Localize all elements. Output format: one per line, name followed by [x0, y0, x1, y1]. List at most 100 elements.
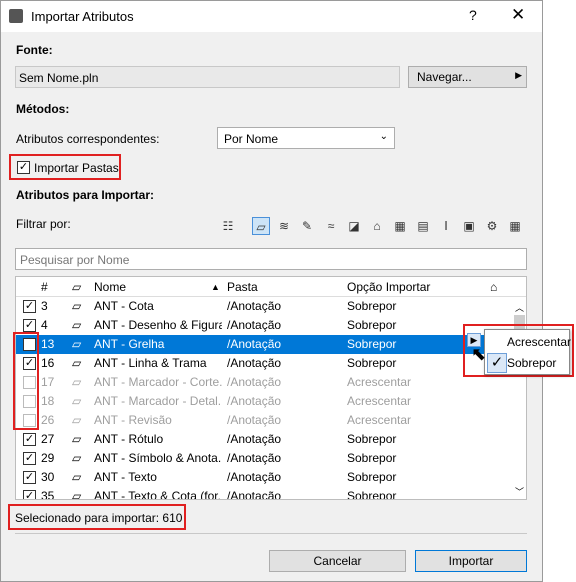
table-row[interactable]: ✓ 3 ▱ ANT - Cota/Anotação Sobrepor: [16, 297, 512, 316]
table-row[interactable]: ✓ 29 ▱ ANT - Símbolo & Anota... /Anotação Sob…: [16, 449, 512, 468]
chevron-down-icon: ⌄: [379, 131, 388, 142]
table-row[interactable]: 17 ▱ ANT - Marcador - Corte... /Anotação Acr…: [16, 373, 512, 392]
popup-item-sobrepor[interactable]: Sobrepor: [507, 356, 556, 370]
source-value: Sem Nome.pln: [19, 71, 99, 85]
layer-icon: ▱: [72, 299, 82, 313]
mep-icon[interactable]: ⚙: [483, 217, 501, 235]
row-number: 29: [41, 451, 55, 465]
highlight-checkboxes: [13, 332, 39, 430]
browse-button[interactable]: Navegar... ▶: [408, 66, 527, 88]
grid-icon[interactable]: ▦: [506, 217, 524, 235]
row-folder: /Anotação: [227, 470, 282, 484]
zone-icon[interactable]: ▣: [460, 217, 478, 235]
col-option-header[interactable]: Opção Importar: [347, 277, 430, 297]
footer-divider: [15, 533, 527, 534]
layer-icon: ▱: [72, 413, 82, 427]
pen-icon[interactable]: ✎: [298, 217, 316, 235]
match-label: Atributos correspondentes:: [16, 132, 160, 146]
cancel-button[interactable]: Cancelar: [269, 550, 406, 572]
table-row[interactable]: ✓ 4 ▱ ANT - Desenho & Figura/Anotação Sobrep…: [16, 316, 512, 335]
filter-all-icon[interactable]: ☷: [219, 217, 237, 235]
table-row[interactable]: ✓ 35 ▱ ANT - Texto & Cota (for... /Anotação S…: [16, 487, 512, 500]
row-number: 26: [41, 413, 55, 427]
search-input[interactable]: Pesquisar por Nome: [15, 248, 527, 270]
row-checkbox[interactable]: ✓: [23, 490, 36, 499]
table-header: [16, 277, 526, 297]
row-name: ANT - Grelha: [94, 337, 165, 351]
row-number: 13: [41, 337, 55, 351]
fill-icon[interactable]: ≈: [322, 217, 340, 235]
row-checkbox[interactable]: ✓: [23, 300, 36, 313]
layer-icon: ▱: [72, 470, 82, 484]
col-folder-header[interactable]: Pasta: [227, 277, 258, 297]
row-option: Sobrepor: [347, 299, 397, 313]
popup-item-acrescentar[interactable]: Acrescentar: [507, 335, 571, 349]
row-option: Acrescentar: [347, 413, 412, 427]
table-row[interactable]: ✓ 27 ▱ ANT - Rótulo/Anotação Sobrepor: [16, 430, 512, 449]
column-icon[interactable]: Ⅰ: [437, 217, 455, 235]
row-name: ANT - Revisão: [94, 413, 172, 427]
row-option: Sobrepor: [347, 489, 397, 500]
row-name: ANT - Símbolo & Anota...: [94, 451, 222, 465]
house-icon: ⌂: [490, 280, 498, 294]
composite-icon[interactable]: ◪: [345, 217, 363, 235]
row-folder: /Anotação: [227, 299, 282, 313]
building-material-icon[interactable]: ⌂: [368, 217, 386, 235]
attributes-table: # ▱ Nome ▲ Pasta Opção Importar ⌂ ✓ 3 ▱ ANT…: [15, 276, 527, 500]
layer-icon: ▱: [72, 451, 82, 465]
layer-icon: ▱: [72, 432, 82, 446]
row-checkbox[interactable]: ✓: [23, 471, 36, 484]
table-row[interactable]: 26 ▱ ANT - Revisão/Anotação Acrescentar: [16, 411, 512, 430]
row-checkbox[interactable]: ✓: [23, 433, 36, 446]
row-checkbox[interactable]: ✓: [23, 452, 36, 465]
row-checkbox[interactable]: ✓: [23, 319, 36, 332]
row-folder: /Anotação: [227, 356, 282, 370]
row-folder: /Anotação: [227, 489, 282, 500]
row-option: Acrescentar: [347, 375, 412, 389]
table-row[interactable]: ✓ 16 ▱ ANT - Linha & Trama/Anotação Sobrepor: [16, 354, 512, 373]
help-button[interactable]: ?: [469, 7, 477, 23]
row-option: Sobrepor: [347, 356, 397, 370]
status-text: Selecionado para importar: 610: [15, 511, 183, 525]
row-folder: /Anotação: [227, 394, 282, 408]
row-number: 30: [41, 470, 55, 484]
col-type-icon: ▱: [72, 280, 82, 294]
layer-filter-icon[interactable]: ▱: [252, 217, 270, 235]
source-field: Sem Nome.pln: [15, 66, 400, 88]
row-name: ANT - Rótulo: [94, 432, 164, 446]
match-select[interactable]: Por Nome ⌄: [217, 127, 395, 149]
import-attributes-dialog: Importar Atributos ? ✕ Fonte: Sem Nome.p…: [0, 0, 543, 582]
layer-icon: ▱: [72, 489, 82, 500]
check-icon: ✓: [487, 353, 507, 373]
table-row[interactable]: 18 ▱ ANT - Marcador - Detal... /Anotação Acr…: [16, 392, 512, 411]
row-number: 18: [41, 394, 55, 408]
row-name: ANT - Marcador - Detal...: [94, 394, 222, 408]
row-name: ANT - Marcador - Corte...: [94, 375, 222, 389]
scroll-down-icon[interactable]: ﹀: [515, 485, 524, 498]
row-option: Sobrepor: [347, 432, 397, 446]
import-button[interactable]: Importar: [415, 550, 527, 572]
import-folders-label: Importar Pastas: [34, 161, 119, 175]
import-folders-checkbox[interactable]: ✓: [17, 161, 30, 174]
table-row[interactable]: ✓ 30 ▱ ANT - Texto/Anotação Sobrepor: [16, 468, 512, 487]
layer-icon: ▱: [72, 394, 82, 408]
surface-icon[interactable]: ▤: [414, 217, 432, 235]
sort-up-icon: ▲: [211, 282, 220, 292]
layer-icon: ▱: [72, 318, 82, 332]
col-num-header[interactable]: #: [41, 277, 48, 297]
import-option-popup: Acrescentar ✓ Sobrepor: [484, 329, 571, 375]
row-folder: /Anotação: [227, 432, 282, 446]
browse-label: Navegar...: [417, 70, 472, 84]
row-folder: /Anotação: [227, 375, 282, 389]
row-folder: /Anotação: [227, 451, 282, 465]
layer-icon: ▱: [72, 356, 82, 370]
row-name: ANT - Texto: [94, 470, 157, 484]
table-row[interactable]: ✓ 13 ▱ ANT - Grelha/Anotação Sobrepor: [16, 335, 512, 354]
scroll-up-icon[interactable]: ︿: [515, 301, 524, 314]
profile-icon[interactable]: ▦: [391, 217, 409, 235]
col-name-header[interactable]: Nome: [94, 277, 126, 297]
row-option: Sobrepor: [347, 451, 397, 465]
line-type-icon[interactable]: ≋: [275, 217, 293, 235]
row-name: ANT - Linha & Trama: [94, 356, 207, 370]
close-button[interactable]: ✕: [511, 5, 525, 25]
